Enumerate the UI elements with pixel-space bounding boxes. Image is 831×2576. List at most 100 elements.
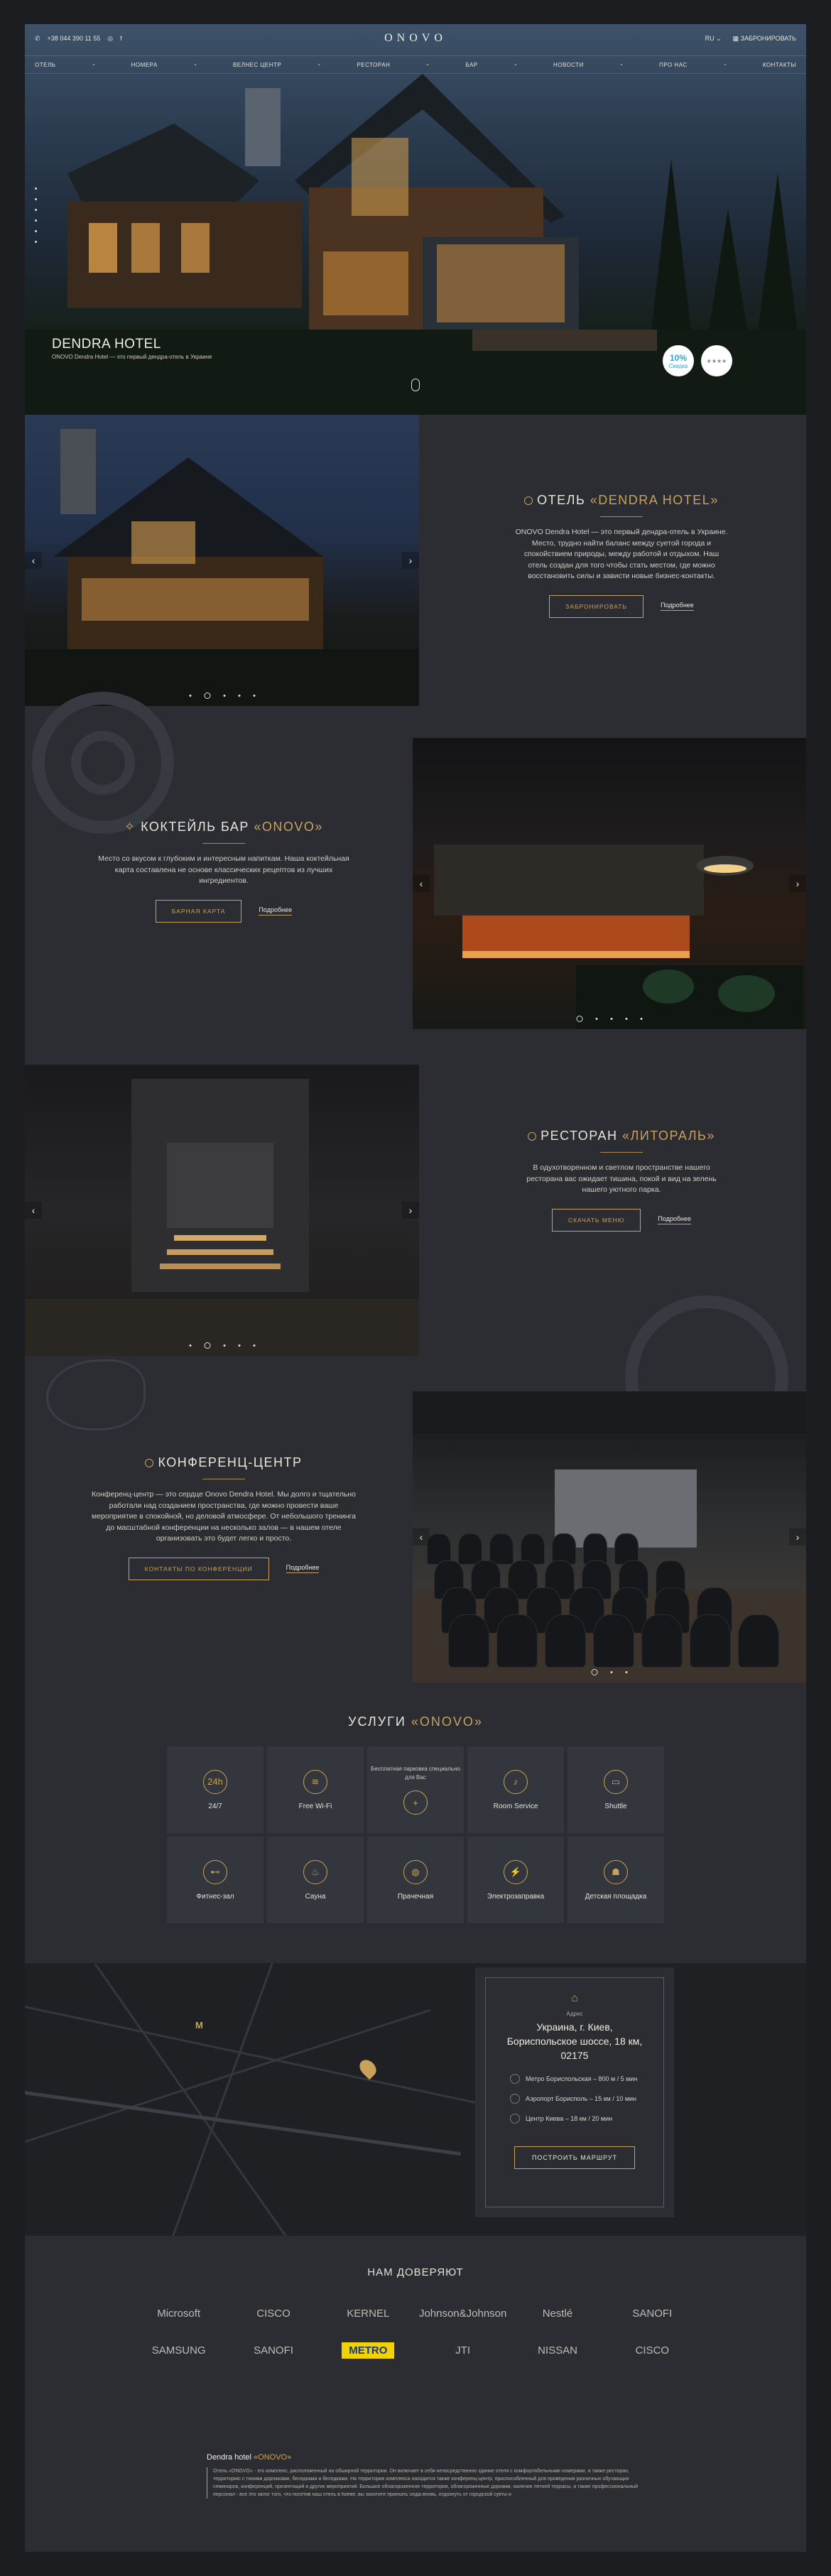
- nav-separator: [620, 64, 622, 65]
- slider-dots[interactable]: [189, 692, 255, 699]
- slider-dots[interactable]: [591, 1669, 628, 1675]
- chairs: [413, 1391, 806, 1683]
- service-card[interactable]: ⊷ Фитнес-зал: [167, 1837, 264, 1923]
- services-title-text: УСЛУГИ: [348, 1714, 411, 1729]
- restaurant-title: РЕСТОРАН: [541, 1129, 623, 1143]
- partner-logo: CISCO: [256, 2308, 290, 2320]
- nav-item[interactable]: КОНТАКТЫ: [763, 62, 796, 68]
- prev-arrow-icon[interactable]: ‹: [25, 552, 42, 569]
- bus-icon: ▭: [604, 1769, 628, 1794]
- language-select[interactable]: RU ⌄: [705, 35, 722, 43]
- phone-icon: ✆: [35, 34, 40, 42]
- service-card[interactable]: ☗ Детская площадка: [567, 1837, 664, 1923]
- bar-more-link[interactable]: Подробнее: [259, 906, 293, 915]
- partner-logo: METRO: [342, 2342, 395, 2359]
- facebook-icon[interactable]: f: [120, 35, 122, 42]
- service-card[interactable]: ▭ Shuttle: [567, 1746, 664, 1833]
- service-card[interactable]: ≋ Free Wi-Fi: [267, 1746, 364, 1833]
- service-card[interactable]: ♨ Сауна: [267, 1837, 364, 1923]
- service-label: Детская площадка: [585, 1892, 647, 1901]
- nav-separator: [724, 64, 726, 65]
- nav-item[interactable]: РЕСТОРАН: [357, 62, 390, 68]
- address-card: ⌂ Адрес Украина, г. Киев, Бориспольское …: [475, 1967, 674, 2217]
- restaurant-photo-slider[interactable]: ‹ ›: [25, 1065, 419, 1356]
- chair: [593, 1614, 634, 1668]
- download-menu-button[interactable]: СКАЧАТЬ МЕНЮ: [551, 1208, 641, 1232]
- nav-item[interactable]: ВЕЛНЕС ЦЕНТР: [233, 62, 281, 68]
- restaurant-text-block: РЕСТОРАН «ЛИТОРАЛЬ» В одухотворенном и с…: [515, 1129, 728, 1232]
- distance-text: Центр Киева – 18 км / 20 мин: [526, 2115, 613, 2122]
- phone-number[interactable]: +38 044 390 11 55: [48, 35, 101, 42]
- rating-stars: ★★★★: [706, 357, 727, 364]
- next-arrow-icon[interactable]: ›: [402, 1202, 419, 1219]
- bar-menu-button[interactable]: БАРНАЯ КАРТА: [155, 899, 242, 923]
- service-card[interactable]: ◍ Прачечная: [367, 1837, 464, 1923]
- build-route-button[interactable]: ПОСТРОИТЬ МАРШРУТ: [514, 2146, 636, 2169]
- hotel-more-link[interactable]: Подробнее: [661, 602, 694, 611]
- plane-icon: [510, 2094, 520, 2104]
- partner-logo: JTI: [455, 2344, 471, 2357]
- conference-more-link[interactable]: Подробнее: [286, 1564, 320, 1573]
- discount-label: Скидка: [668, 362, 688, 369]
- service-label: Прачечная: [397, 1892, 434, 1901]
- partner-logo: SANOFI: [632, 2308, 673, 2320]
- discount-badge[interactable]: 10% Скидка: [663, 345, 694, 376]
- sauna-icon: ♨: [303, 1859, 327, 1884]
- book-button[interactable]: ЗАБРОНИРОВАТЬ: [549, 594, 644, 618]
- trust-title: НАМ ДОВЕРЯЮТ: [367, 2266, 464, 2278]
- map[interactable]: M: [25, 1963, 806, 2236]
- hotel-icon: [524, 496, 533, 505]
- conference-contacts-button[interactable]: КОНТАКТЫ ПО КОНФЕРЕНЦИИ: [128, 1557, 269, 1580]
- 24h-icon: 24h: [203, 1769, 227, 1794]
- hotel-photo-slider[interactable]: ‹ ›: [25, 415, 419, 706]
- seo-block: Dendra hotel «ONOVO» Отель «ONOVO» - это…: [207, 2453, 647, 2499]
- logo[interactable]: ONOVO: [384, 32, 447, 45]
- scroll-down-icon[interactable]: [411, 379, 420, 391]
- service-label: 24/7: [208, 1802, 222, 1810]
- discount-value: 10%: [669, 352, 688, 363]
- hero-subtitle: ONOVO Dendra Hotel — это первый дендра-о…: [52, 354, 212, 360]
- chair: [690, 1614, 731, 1668]
- instagram-icon[interactable]: ◎: [107, 35, 113, 43]
- service-label: Free Wi-Fi: [298, 1802, 332, 1810]
- conference-description: Конференц-центр — это сердце Onovo Dendr…: [91, 1490, 357, 1543]
- restaurant-more-link[interactable]: Подробнее: [658, 1215, 692, 1224]
- next-arrow-icon[interactable]: ›: [789, 875, 806, 892]
- service-card[interactable]: 24h 24/7: [167, 1746, 264, 1833]
- slider-dots[interactable]: [189, 1342, 255, 1349]
- service-label: Shuttle: [604, 1802, 627, 1810]
- nav-item[interactable]: НОМЕРА: [131, 62, 158, 68]
- prev-arrow-icon[interactable]: ‹: [25, 1202, 42, 1219]
- chair: [496, 1614, 538, 1668]
- rating-badge[interactable]: ★★★★: [701, 345, 732, 376]
- bar-photo-slider[interactable]: ‹ ›: [413, 738, 806, 1029]
- nav-item[interactable]: НОВОСТИ: [553, 62, 584, 68]
- service-card[interactable]: ⚡ Электрозаправка: [467, 1837, 564, 1923]
- partner-logo: SANOFI: [254, 2344, 293, 2357]
- service-label: Room Service: [493, 1802, 538, 1810]
- hero-slider-dots[interactable]: [35, 188, 37, 243]
- cocktail-icon: ✧: [124, 820, 141, 834]
- service-label: Бесплатная парковка специально для Вас: [371, 1766, 460, 1781]
- conference-photo-slider[interactable]: ‹ ›: [413, 1391, 806, 1683]
- book-link[interactable]: ▦ ЗАБРОНИРОВАТЬ: [733, 35, 796, 43]
- service-card[interactable]: Бесплатная парковка специально для Вас +: [367, 1746, 464, 1833]
- nav-item[interactable]: ПРО НАС: [659, 62, 688, 68]
- slider-dots[interactable]: [576, 1016, 643, 1022]
- nav-item[interactable]: БАР: [466, 62, 478, 68]
- partner-logo: CISCO: [635, 2344, 670, 2357]
- kids-icon: ☗: [604, 1859, 628, 1884]
- nav-separator: [194, 64, 196, 65]
- next-arrow-icon[interactable]: ›: [402, 552, 419, 569]
- decor-ring: [71, 731, 135, 795]
- restaurant-title-accent: «ЛИТОРАЛЬ»: [622, 1129, 715, 1143]
- city-icon: [510, 2114, 520, 2124]
- nav-item[interactable]: ОТЕЛЬ: [35, 62, 55, 68]
- bar-text-block: ✧ КОКТЕЙЛЬ БАР «ONOVO» Место со вкусом к…: [96, 820, 352, 923]
- prev-arrow-icon[interactable]: ‹: [413, 1528, 430, 1545]
- service-card[interactable]: ♪ Room Service: [467, 1746, 564, 1833]
- prev-arrow-icon[interactable]: ‹: [413, 875, 430, 892]
- wifi-icon: ≋: [303, 1769, 327, 1794]
- distance-row: Аэропорт Борисполь – 15 км / 10 мин: [510, 2094, 663, 2104]
- next-arrow-icon[interactable]: ›: [789, 1528, 806, 1545]
